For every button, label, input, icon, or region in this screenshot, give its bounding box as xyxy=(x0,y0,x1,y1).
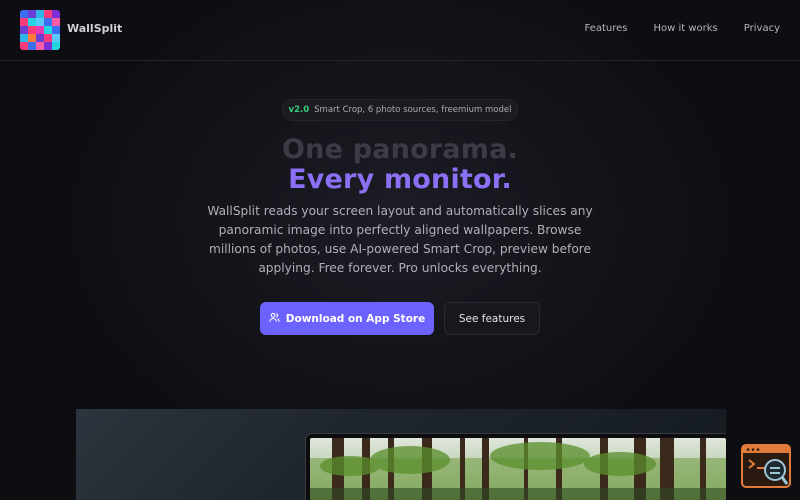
nav-how-it-works[interactable]: How it works xyxy=(653,23,717,34)
monitor-preview xyxy=(306,434,726,500)
users-icon xyxy=(269,312,280,326)
nav-features[interactable]: Features xyxy=(584,23,627,34)
terminal-widget-button[interactable] xyxy=(741,444,791,488)
download-button-label: Download on App Store xyxy=(285,312,426,325)
top-nav: Features How it works Privacy xyxy=(584,23,780,34)
version-label: v2.0 xyxy=(288,105,310,115)
hero-title-line1: One panorama. xyxy=(282,134,518,165)
hero-title-line2: Every monitor. xyxy=(288,164,512,195)
terminal-search-icon xyxy=(743,446,789,485)
badge-text: Smart Crop, 6 photo sources, freemium mo… xyxy=(314,105,512,115)
brand-name[interactable]: WallSplit xyxy=(67,22,122,35)
hero-description: WallSplit reads your screen layout and a… xyxy=(207,204,593,275)
app-logo[interactable] xyxy=(20,10,60,50)
forest-panorama-image xyxy=(310,438,726,500)
download-app-store-button[interactable]: Download on App Store xyxy=(260,302,434,335)
site-header: WallSplit Features How it works Privacy xyxy=(0,0,800,61)
nav-privacy[interactable]: Privacy xyxy=(744,23,780,34)
version-badge: v2.0 Smart Crop, 6 photo sources, freemi… xyxy=(282,99,518,121)
see-features-button[interactable]: See features xyxy=(444,302,540,335)
preview-panel xyxy=(76,409,726,500)
